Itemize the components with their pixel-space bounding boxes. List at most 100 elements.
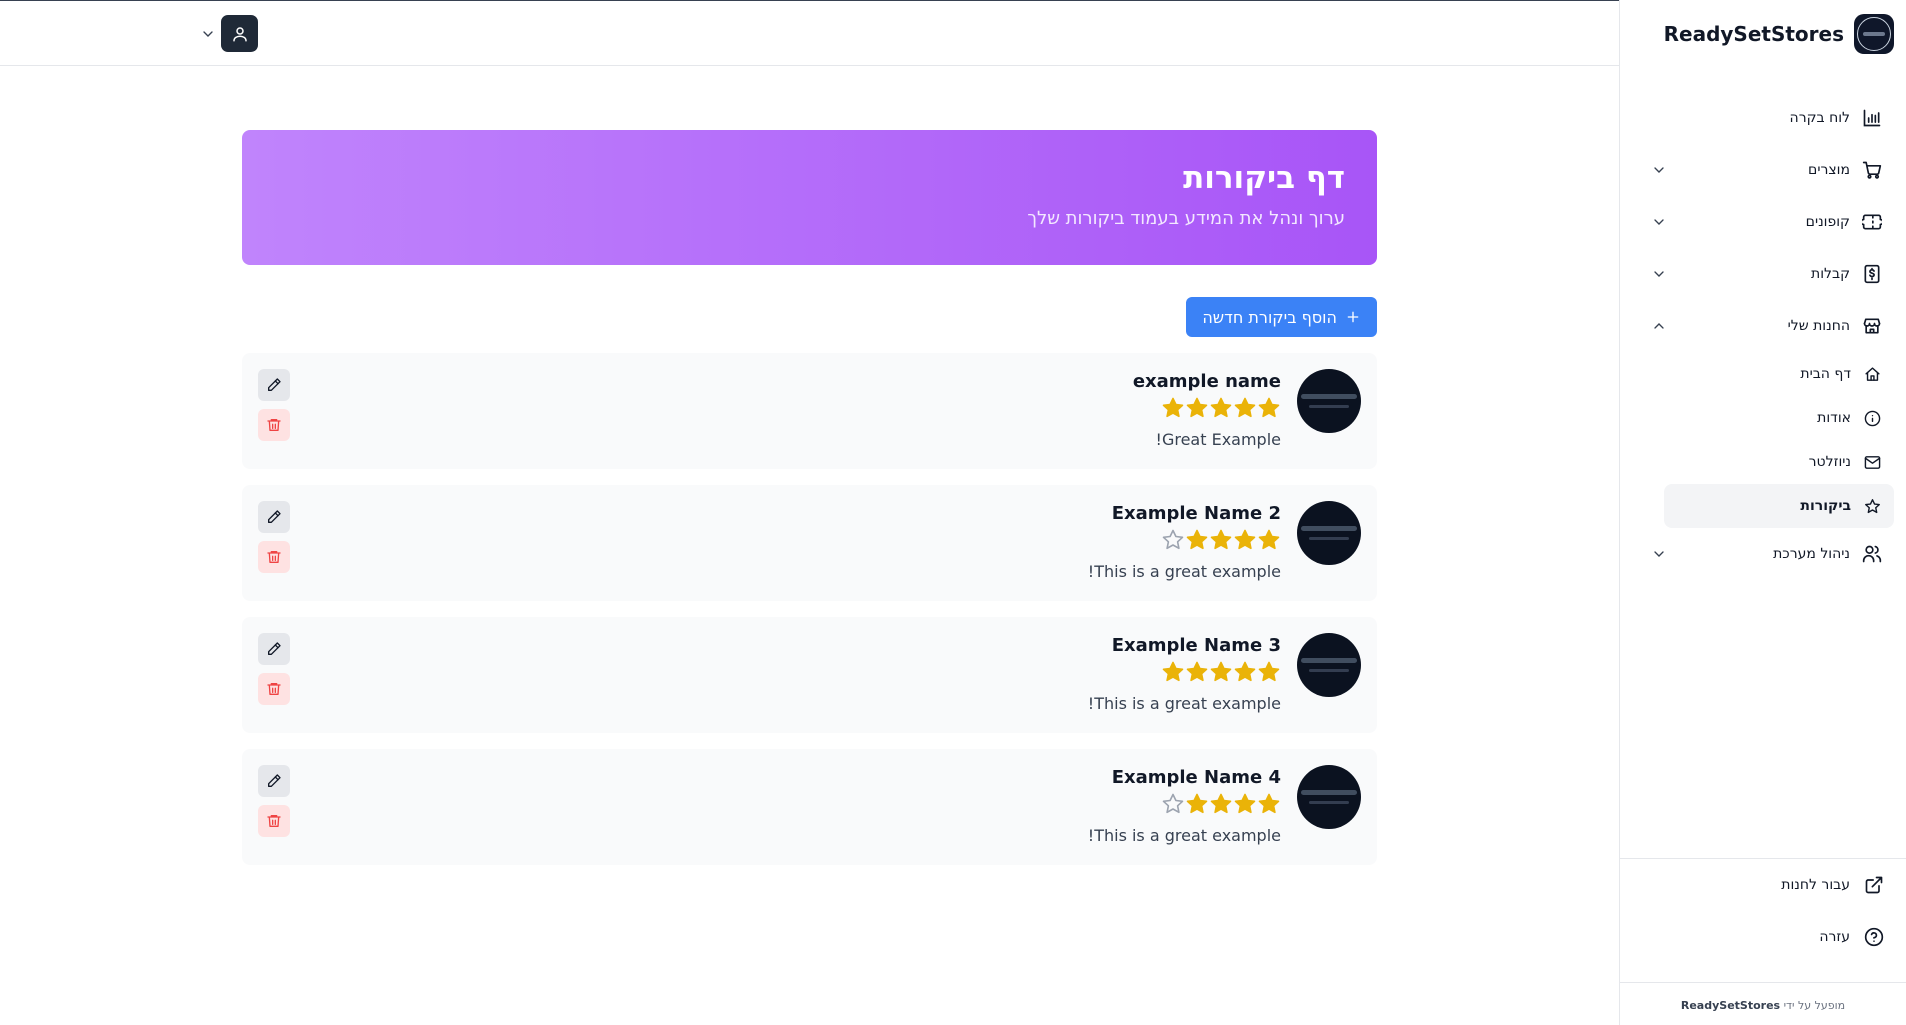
mail-icon [1864,455,1881,469]
review-card: Example Name 2 This is a great example! [242,485,1377,601]
delete-review-button[interactable] [258,541,290,573]
main-content: דף ביקורות ערוך ונהל את המידע בעמוד ביקו… [242,130,1377,881]
chevron-down-icon[interactable] [1651,214,1667,230]
trash-icon [267,815,281,827]
powered-by-prefix: מופעל על ידי [1783,999,1846,1012]
star-filled-icon [1186,661,1208,682]
sidebar-item-label: לוח בקרה [1789,110,1850,126]
star-filled-icon [1258,529,1280,550]
brand-name: ReadySetStores [1663,22,1844,46]
review-content: Example Name 3 This is a great example! [1088,635,1281,713]
star-filled-icon [1186,793,1208,814]
sidebar-subitem-newsletter[interactable]: ניוזלטר [1631,440,1894,484]
go-to-store-label: עבור לחנות [1781,877,1850,893]
trash-icon [267,683,281,695]
star-filled-icon [1186,397,1208,418]
rating-stars [1088,528,1281,554]
add-review-label: הוסף ביקורת חדשה [1202,307,1337,327]
store-icon [1863,318,1881,334]
chevron-down-icon[interactable] [1651,546,1667,562]
sidebar-item-label: מוצרים [1808,162,1850,178]
receipt-icon [1864,264,1880,284]
review-actions [258,369,290,441]
pencil-icon [268,378,281,391]
star-icon [1865,498,1880,513]
delete-review-button[interactable] [258,673,290,705]
chevron-down-icon[interactable] [200,26,216,42]
star-filled-icon [1210,397,1232,418]
reviewer-image [1297,633,1361,697]
star-filled-icon [1186,529,1208,550]
add-review-button[interactable]: הוסף ביקורת חדשה [1186,297,1377,337]
reviewer-name: Example Name 4 [1111,767,1281,788]
sidebar-footer: עבור לחנות עזרה [1620,858,1906,963]
brand-logo [1854,14,1894,54]
sidebar-item-receipts[interactable]: קבלות [1631,248,1894,300]
sidebar-subitem-about[interactable]: אודות [1631,396,1894,440]
ticket-icon [1862,214,1882,230]
edit-review-button[interactable] [258,501,290,533]
reviewer-name: Example Name 2 [1111,503,1281,524]
star-empty-icon [1162,529,1184,550]
help-icon [1864,927,1884,947]
delete-review-button[interactable] [258,805,290,837]
review-card: example name Great Example! [242,353,1377,469]
star-filled-icon [1258,793,1280,814]
bar-chart-icon [1863,109,1881,127]
sidebar-item-products[interactable]: מוצרים [1631,144,1894,196]
review-card: Example Name 3 This is a great example! [242,617,1377,733]
edit-review-button[interactable] [258,765,290,797]
star-filled-icon [1258,661,1280,682]
star-filled-icon [1234,529,1256,550]
sidebar-subitem-label: אודות [1817,410,1851,426]
powered-by: מופעל על ידי ReadySetStores [1620,982,1906,1012]
sidebar-subitem-label: ניוזלטר [1808,454,1851,470]
sidebar-item-my-store[interactable]: החנות שלי [1631,300,1894,352]
go-to-store-link[interactable]: עבור לחנות [1620,859,1906,911]
reviewer-image [1297,369,1361,433]
sidebar-subitem-label: ביקורות [1800,498,1851,514]
cart-icon [1862,161,1882,179]
reviewer-image [1297,765,1361,829]
sidebar: ReadySetStores לוח בקרה מוצרים קופונים ק… [1619,0,1906,1025]
user-menu[interactable] [200,15,258,52]
sidebar-item-system-admin[interactable]: ניהול מערכת [1631,528,1894,580]
chevron-down-icon[interactable] [1651,162,1667,178]
review-actions [258,633,290,705]
powered-by-brand[interactable]: ReadySetStores [1681,999,1780,1012]
star-filled-icon [1234,661,1256,682]
review-text: Great Example! [1155,430,1281,449]
review-text: This is a great example! [1087,694,1281,713]
add-row: הוסף ביקורת חדשה [242,297,1377,337]
pencil-icon [268,774,281,787]
edit-review-button[interactable] [258,369,290,401]
external-link-icon [1865,876,1883,894]
delete-review-button[interactable] [258,409,290,441]
brand[interactable]: ReadySetStores [1664,14,1894,54]
user-avatar-button[interactable] [221,15,258,52]
help-link[interactable]: עזרה [1620,911,1906,963]
sidebar-subitem-home[interactable]: דף הבית [1631,352,1894,396]
page-header-banner: דף ביקורות ערוך ונהל את המידע בעמוד ביקו… [242,130,1377,265]
users-icon [1862,545,1882,563]
review-content: example name Great Example! [1133,371,1281,449]
pencil-icon [268,642,281,655]
sidebar-nav: לוח בקרה מוצרים קופונים קבלות החנות שלי … [1631,92,1894,580]
rating-stars [1088,792,1281,818]
chevron-down-icon[interactable] [1651,266,1667,282]
sidebar-subitem-reviews[interactable]: ביקורות [1664,484,1894,528]
top-header [0,1,1619,66]
review-text: This is a great example! [1087,562,1281,581]
chevron-up-icon[interactable] [1651,318,1667,334]
page-title: דף ביקורות [1183,160,1345,196]
user-icon [232,26,247,41]
sidebar-item-coupons[interactable]: קופונים [1631,196,1894,248]
sidebar-item-dashboard[interactable]: לוח בקרה [1631,92,1894,144]
reviewer-name: Example Name 3 [1111,635,1281,656]
star-filled-icon [1258,397,1280,418]
home-icon [1865,366,1880,381]
help-label: עזרה [1819,929,1850,945]
review-actions [258,501,290,573]
trash-icon [267,419,281,431]
edit-review-button[interactable] [258,633,290,665]
